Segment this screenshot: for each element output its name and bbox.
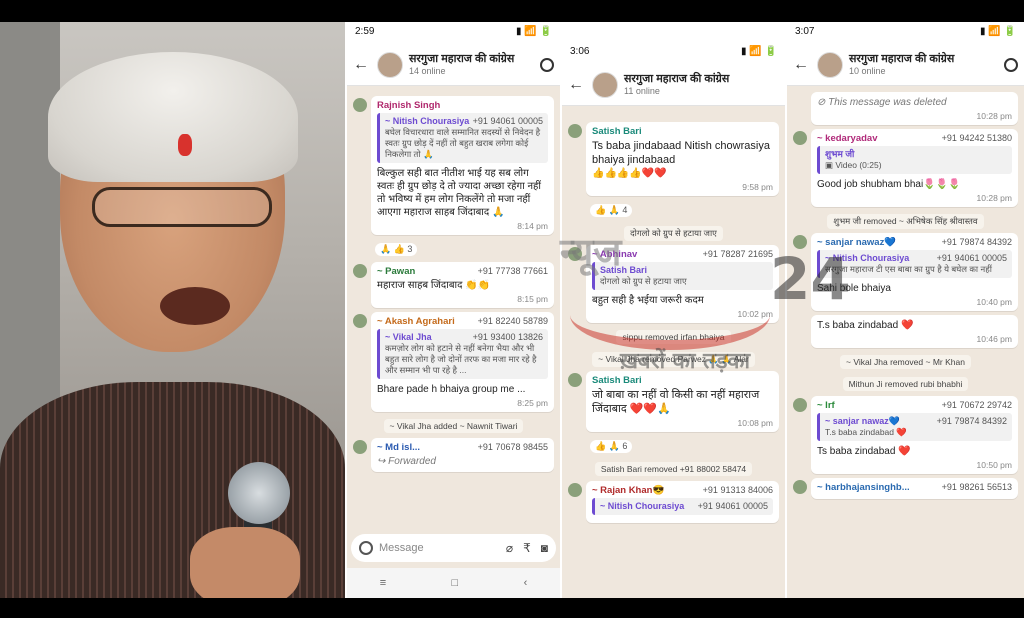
system-notice: दोगलो को ग्रुप से हटाया जाए <box>568 223 779 241</box>
camera-icon[interactable]: ◙ <box>541 541 548 555</box>
chat-screenshot-2: 3:06 ▮ 📶 🔋 ← सरगुजा महाराज की कांग्रेस 11… <box>562 42 785 598</box>
chat-header[interactable]: ← सरगुजा महाराज की कांग्रेस 14 online <box>347 44 560 86</box>
group-name: सरगुजा महाराज की कांग्रेस <box>624 73 730 85</box>
system-notice: Mithun Ji removed rubi bhabhi <box>793 374 1018 392</box>
avatar <box>793 480 807 494</box>
quoted-message[interactable]: ~ Nitish Chourasiya +91 94061 00005 बघेल… <box>377 113 548 163</box>
back-nav-icon[interactable]: ‹ <box>524 577 528 589</box>
quoted-message[interactable]: ~ Nitish Chourasiya +91 94061 00005 सरगु… <box>817 250 1012 278</box>
message-bubble[interactable]: Satish Bari Ts baba jindabaad Nitish cho… <box>568 122 779 196</box>
system-notice: sippu removed irfan bhaiya <box>568 327 779 345</box>
home-icon[interactable]: □ <box>452 577 459 589</box>
back-icon[interactable]: ← <box>793 56 811 74</box>
avatar <box>353 440 367 454</box>
quoted-message[interactable]: ~ Vikal Jha +91 93400 13826 कमज़ोर लोग क… <box>377 329 548 379</box>
message-bubble[interactable]: ~ Irf +91 70672 29742 ~ sanjar nawaz💙 +91… <box>793 396 1018 474</box>
avatar <box>793 131 807 145</box>
group-avatar[interactable] <box>817 51 843 78</box>
system-notice: ~ Vikal Jha added ~ Nawnit Tiwari <box>353 416 554 434</box>
message-bubble[interactable]: Satish Bari जो बाबा का नहीं वो किसी का न… <box>568 371 779 432</box>
message-bubble[interactable]: ~ Pawan +91 77738 77661 महाराज साहब जिंदा… <box>353 262 554 308</box>
reaction-badge[interactable]: 👍 🙏 4 <box>590 204 633 217</box>
group-name: सरगुजा महाराज की कांग्रेस <box>849 53 955 65</box>
group-name: सरगुजा महाराज की कांग्रेस <box>409 53 515 65</box>
chat-header[interactable]: ← सरगुजा महाराज की कांग्रेस 11 online <box>562 64 785 106</box>
android-nav-bar: ≡ □ ‹ <box>347 568 560 598</box>
online-count: 10 online <box>849 66 886 76</box>
chat-screenshot-1: 2:59 ▮ 📶 🔋 ← सरगुजा महाराज की कांग्रेस 14… <box>347 22 560 598</box>
avatar <box>568 483 582 497</box>
attach-icon[interactable]: ⌀ <box>506 541 513 555</box>
add-call-icon[interactable] <box>1004 57 1018 72</box>
message-bubble[interactable]: ~ sanjar nawaz💙 +91 79874 84392 ~ Nitish … <box>793 233 1018 311</box>
group-avatar[interactable] <box>377 51 403 78</box>
message-bubble[interactable]: T.s baba zindabad ❤️ 10:46 pm <box>811 315 1018 348</box>
status-bar: 3:07 ▮ 📶 🔋 <box>787 22 1024 44</box>
avatar <box>353 264 367 278</box>
message-bubble[interactable]: ~ Md isl... +91 70678 98455 ↪ Forwarded <box>353 438 554 472</box>
system-notice: Satish Bari removed +91 88002 58474 <box>568 459 779 477</box>
avatar <box>568 247 582 261</box>
avatar <box>793 398 807 412</box>
microphone <box>228 462 290 524</box>
quoted-message[interactable]: शुभम जी ▣ Video (0:25) <box>817 146 1012 174</box>
quoted-message[interactable]: ~ Nitish Chourasiya +91 94061 00005 <box>592 498 773 515</box>
chat-header[interactable]: ← सरगुजा महाराज की कांग्रेस 10 online <box>787 44 1024 86</box>
message-bubble[interactable]: ~ harbhajansinghb... +91 98261 56513 <box>793 478 1018 499</box>
avatar <box>568 124 582 138</box>
quoted-message[interactable]: Satish Bari दोगलो को ग्रुप से हटाया जाए <box>592 262 773 290</box>
message-bubble[interactable]: ~ Rajan Khan😎 +91 91313 84006 ~ Nitish Ch… <box>568 481 779 523</box>
avatar <box>793 235 807 249</box>
emoji-icon[interactable] <box>359 541 373 555</box>
system-notice: ~ Vikal Jha removed ~ Mr Khan <box>793 352 1018 370</box>
online-count: 14 online <box>409 66 446 76</box>
avatar <box>353 98 367 112</box>
message-bubble[interactable]: ~ Akash Agrahari +91 82240 58789 ~ Vikal … <box>353 312 554 412</box>
group-avatar[interactable] <box>592 71 618 98</box>
message-bubble[interactable]: ⊘ This message was deleted 10:28 pm <box>811 92 1018 125</box>
reaction-badge[interactable]: 🙏 👍 3 <box>375 243 418 256</box>
rupee-icon[interactable]: ₹ <box>523 541 531 555</box>
add-call-icon[interactable] <box>540 57 554 72</box>
message-bubble[interactable]: ~ Abhinav +91 78287 21695 Satish Bari दोग… <box>568 245 779 323</box>
system-notice: ~ Vikal Jha removed Parwez 🙏 🙏 Alar <box>568 349 779 367</box>
avatar <box>568 373 582 387</box>
system-notice: शुभम जी removed ~ अभिषेक सिंह श्रीवास्तव <box>793 211 1018 229</box>
online-count: 11 online <box>624 86 660 96</box>
speaker-photo <box>0 22 345 598</box>
chat-screenshot-3: 3:07 ▮ 📶 🔋 ← सरगुजा महाराज की कांग्रेस 10… <box>787 22 1024 598</box>
quoted-message[interactable]: ~ sanjar nawaz💙 +91 79874 84392 T.s baba… <box>817 413 1012 441</box>
message-input[interactable]: Message ⌀ ₹ ◙ <box>351 534 556 562</box>
status-bar: 3:06 ▮ 📶 🔋 <box>562 42 785 64</box>
back-icon[interactable]: ← <box>353 56 371 74</box>
recents-icon[interactable]: ≡ <box>380 577 386 589</box>
message-bubble[interactable]: Rajnish Singh ~ Nitish Chourasiya +91 94… <box>353 96 554 235</box>
avatar <box>353 314 367 328</box>
status-bar: 2:59 ▮ 📶 🔋 <box>347 22 560 44</box>
reaction-badge[interactable]: 👍 🙏 6 <box>590 440 633 453</box>
message-bubble[interactable]: ~ kedaryadav +91 94242 51380 शुभम जी ▣ Vi… <box>793 129 1018 207</box>
back-icon[interactable]: ← <box>568 76 586 94</box>
